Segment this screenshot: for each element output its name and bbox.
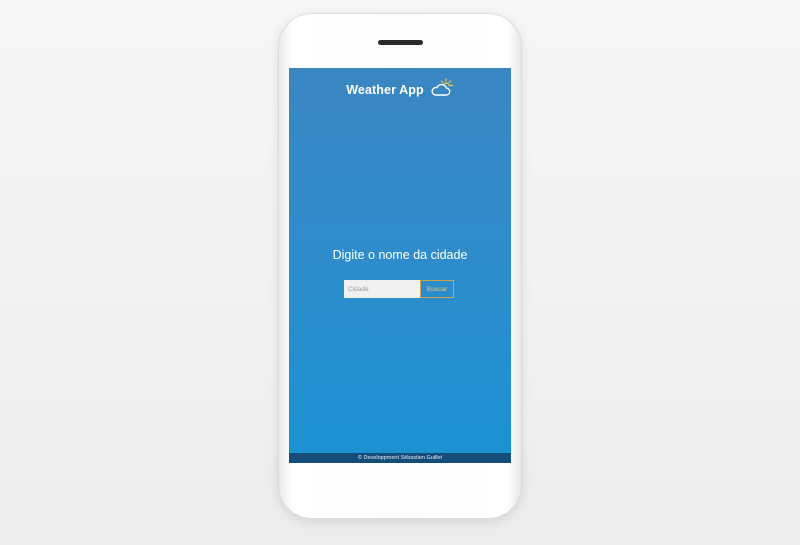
app-screen: Weather App Digite o nome da cidade Busc… <box>289 68 511 463</box>
search-button[interactable]: Buscar <box>420 280 454 298</box>
city-search-form: Buscar <box>344 280 454 298</box>
footer-credits: © Developpment Sébastien Guillet <box>289 453 511 463</box>
phone-speaker <box>378 40 423 45</box>
app-title: Weather App <box>346 83 424 97</box>
cloud-sun-icon <box>431 78 453 96</box>
city-prompt-heading: Digite o nome da cidade <box>332 248 468 262</box>
phone-device-frame: Weather App Digite o nome da cidade Busc… <box>278 13 522 519</box>
city-search-input[interactable] <box>344 280 420 298</box>
app-header: Weather App <box>289 78 511 102</box>
